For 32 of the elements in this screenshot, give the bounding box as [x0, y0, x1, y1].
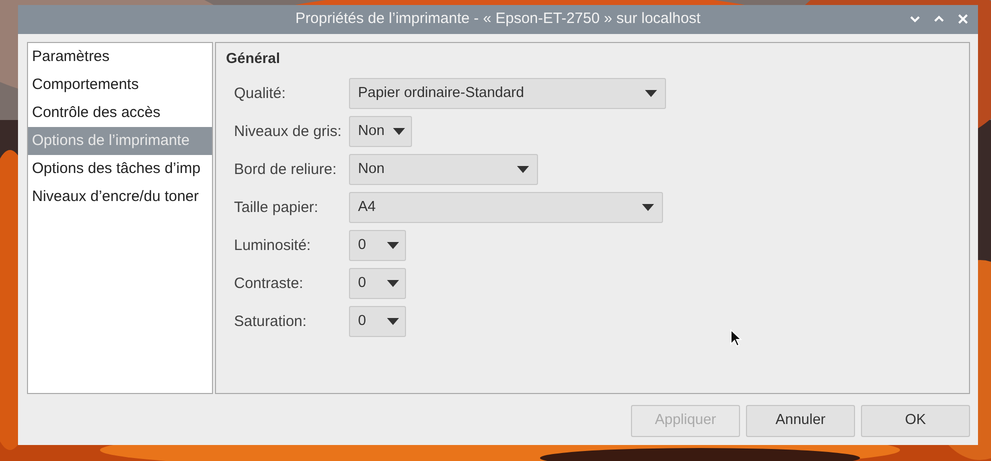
dropdown[interactable]: Papier ordinaire-Standard [349, 78, 666, 110]
option-label: Contraste: [233, 274, 304, 294]
option-label: Luminosité: [233, 236, 312, 256]
caret-icon [642, 204, 654, 212]
caret-icon [517, 166, 529, 174]
caret-icon [387, 280, 399, 288]
sidebar-item[interactable]: Options des tâches d’imp [28, 155, 212, 183]
caret-icon [387, 318, 399, 326]
dialog-button[interactable]: Annuler [746, 405, 855, 437]
dropdown[interactable]: Non [349, 154, 538, 186]
cursor-icon [730, 329, 742, 347]
close-icon[interactable] [957, 13, 969, 25]
option-label: Taille papier: [233, 198, 320, 218]
dropdown[interactable]: 0 [349, 230, 406, 262]
caret-icon [645, 90, 657, 98]
dropdown[interactable]: 0 [349, 268, 406, 300]
option-label: Saturation: [233, 312, 308, 332]
window-title: Propriétés de l’imprimante - « Epson-ET-2750 » sur localhost [295, 9, 701, 30]
sidebar-item[interactable]: Niveaux d’encre/du toner [28, 183, 212, 211]
section-title: Général [226, 50, 281, 69]
sidebar-item[interactable]: Paramètres [28, 43, 212, 71]
caret-icon [393, 128, 405, 136]
option-label: Bord de reliure: [233, 160, 338, 180]
dropdown[interactable]: A4 [349, 192, 663, 224]
dialog-button[interactable]: OK [861, 405, 970, 437]
dropdown[interactable]: Non [349, 116, 412, 148]
dropdown[interactable]: 0 [349, 306, 406, 338]
sidebar-item[interactable]: Contrôle des accès [28, 99, 212, 127]
option-label: Qualité: [233, 84, 287, 104]
sidebar-item[interactable]: Comportements [28, 71, 212, 99]
option-label: Niveaux de gris: [233, 122, 343, 142]
caret-icon [387, 242, 399, 250]
